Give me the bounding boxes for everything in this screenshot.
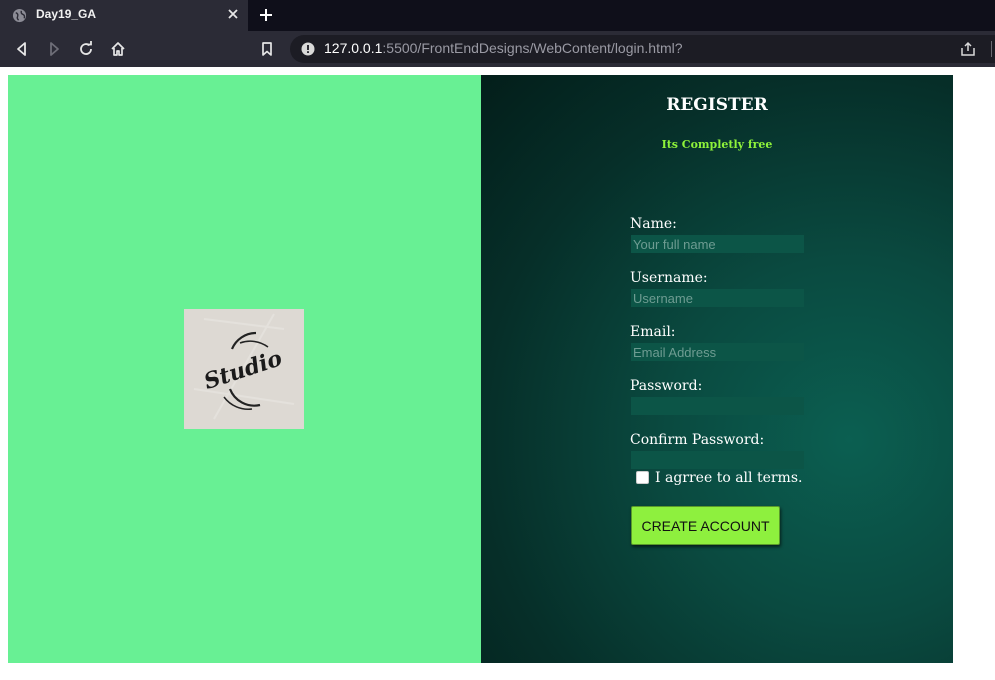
home-icon[interactable]: [109, 40, 127, 58]
info-icon[interactable]: [301, 42, 315, 56]
name-input[interactable]: [631, 235, 804, 253]
logo-graphic: Studio: [184, 309, 304, 429]
username-label: Username:: [630, 270, 708, 286]
email-label: Email:: [630, 324, 676, 340]
globe-icon: [12, 8, 27, 23]
agree-checkbox[interactable]: [636, 471, 649, 484]
new-tab-icon[interactable]: [257, 6, 275, 24]
page-content: Studio REGISTER Its Completly free Name:…: [0, 67, 995, 680]
reload-icon[interactable]: [77, 40, 95, 58]
urlbar-divider: [991, 41, 992, 57]
form-title: REGISTER: [666, 95, 768, 115]
forward-icon[interactable]: [45, 40, 63, 58]
close-icon[interactable]: [226, 7, 240, 21]
bookmark-icon[interactable]: [258, 40, 276, 58]
url-path: :5500/FrontEndDesigns/WebContent/login.h…: [382, 40, 683, 56]
create-account-button[interactable]: CREATE ACCOUNT: [631, 506, 780, 545]
back-icon[interactable]: [13, 40, 31, 58]
share-icon[interactable]: [960, 41, 976, 57]
browser-toolbar: 127.0.0.1:5500/FrontEndDesigns/WebConten…: [0, 31, 995, 67]
agree-label: I agrree to all terms.: [655, 470, 803, 486]
left-panel: Studio: [8, 75, 481, 663]
tab-title: Day19_GA: [36, 7, 97, 21]
form-subtitle: Its Completly free: [661, 138, 773, 151]
name-label: Name:: [630, 216, 677, 232]
register-panel: REGISTER Its Completly free Name: Userna…: [481, 75, 953, 663]
browser-tab-bar: Day19_GA: [0, 0, 995, 31]
email-input[interactable]: [631, 343, 804, 361]
password-input[interactable]: [631, 397, 804, 415]
studio-logo: Studio: [184, 309, 304, 429]
password-label: Password:: [630, 378, 703, 394]
username-input[interactable]: [631, 289, 804, 307]
url-host: 127.0.0.1: [324, 40, 383, 56]
url-text[interactable]: 127.0.0.1:5500/FrontEndDesigns/WebConten…: [324, 40, 683, 56]
confirm-password-label: Confirm Password:: [630, 432, 765, 448]
confirm-password-input[interactable]: [631, 451, 804, 469]
address-bar[interactable]: 127.0.0.1:5500/FrontEndDesigns/WebConten…: [290, 35, 995, 63]
browser-tab[interactable]: Day19_GA: [0, 0, 248, 31]
